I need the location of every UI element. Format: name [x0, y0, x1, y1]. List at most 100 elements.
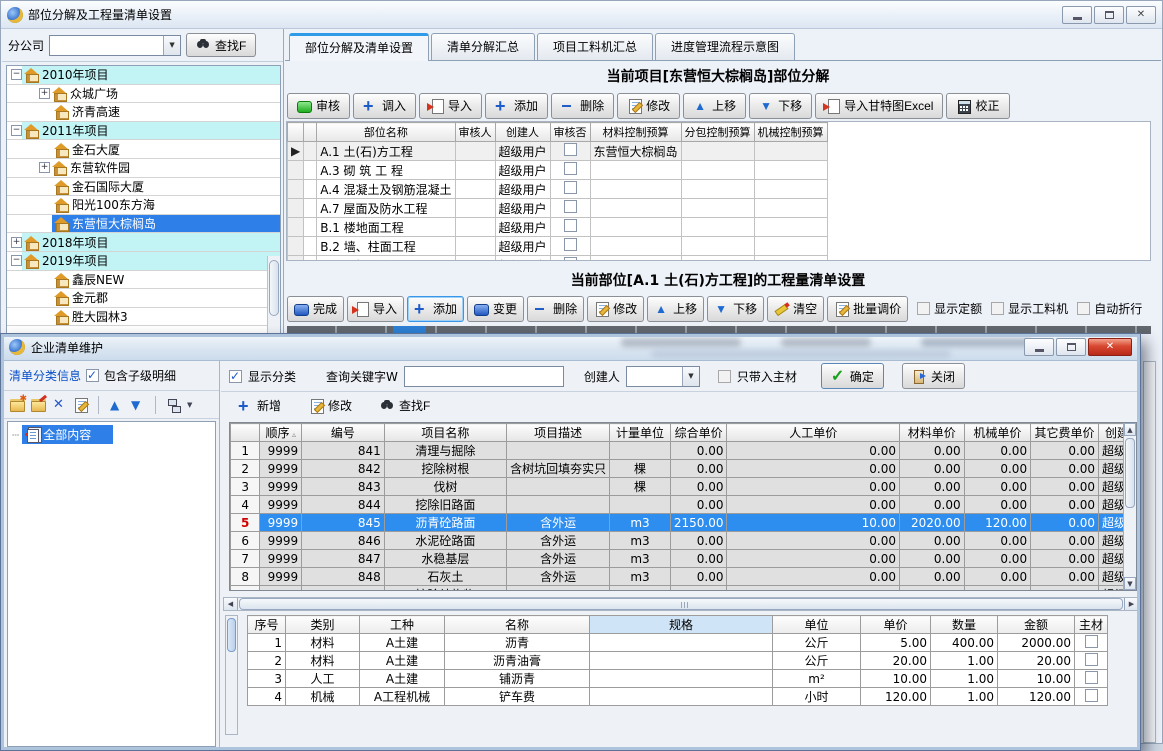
comp-price-cell[interactable]: 0.00 — [670, 496, 727, 514]
minimize-button[interactable] — [1062, 6, 1092, 24]
list-row[interactable]: 59999845沥青砼路面含外运m32150.0010.002020.00120… — [231, 514, 1136, 532]
toolbar-button-minus[interactable]: 删除 — [551, 93, 614, 119]
grid-header-cell[interactable]: 顺序 ▵ — [260, 424, 302, 442]
maximize-button[interactable] — [1094, 6, 1124, 24]
scroll-up-arrow[interactable]: ▲ — [1124, 423, 1136, 436]
toolbar-button-import[interactable]: 导入 — [419, 93, 482, 119]
list-row[interactable]: 69999846水泥砼路面含外运m30.000.000.000.000.00超级… — [231, 532, 1136, 550]
audited-cell[interactable] — [550, 256, 590, 262]
list-grid-hscrollbar[interactable]: ◀ ▶ — [223, 597, 1137, 611]
main-material-cell[interactable] — [1075, 688, 1108, 706]
labor-price-cell[interactable]: 0.00 — [727, 478, 900, 496]
option-checkbox[interactable] — [991, 302, 1004, 315]
name-cell[interactable]: 沥青砼路面 — [384, 514, 506, 532]
audited-cell[interactable] — [550, 237, 590, 256]
layout-dropdown-arrow[interactable]: ▼ — [187, 401, 192, 409]
spec-cell[interactable] — [590, 670, 773, 688]
tab-2[interactable]: 清单分解汇总 — [431, 33, 535, 60]
name-cell[interactable]: 铺沥青 — [445, 670, 590, 688]
dialog-toolbar-binoc[interactable]: 查找F — [373, 395, 437, 416]
grid-header-cell[interactable]: 项目名称 — [384, 424, 506, 442]
list-grid-vscrollbar[interactable]: ▲ ▼ — [1123, 423, 1136, 590]
order-cell[interactable]: 9999 — [260, 568, 302, 586]
creator-dropdown[interactable]: ▼ — [626, 366, 700, 387]
subcontract-budget-cell[interactable] — [681, 142, 754, 161]
spec-cell[interactable] — [590, 634, 773, 652]
unit-cell[interactable]: 棵 — [610, 460, 671, 478]
main-material-cell[interactable] — [1075, 652, 1108, 670]
grid-header-cell[interactable]: 审核否 — [550, 123, 590, 142]
grid-header-cell[interactable]: 人工单价 — [727, 424, 900, 442]
detail-header-cell[interactable]: 规格 — [590, 616, 773, 634]
unit-cell[interactable]: 公斤 — [773, 652, 861, 670]
name-cell[interactable]: 挖除结构物 — [384, 586, 506, 592]
machine-price-cell[interactable]: 0.00 — [964, 478, 1030, 496]
other-price-cell[interactable]: 0.00 — [1031, 550, 1099, 568]
creator-cell[interactable]: 超级用户 — [495, 237, 550, 256]
name-cell[interactable]: 铲车费 — [445, 688, 590, 706]
machine-budget-cell[interactable] — [754, 218, 827, 237]
name-cell[interactable]: 水泥砼路面 — [384, 532, 506, 550]
creator-cell[interactable]: 超级用户 — [495, 161, 550, 180]
price-cell[interactable]: 20.00 — [861, 652, 931, 670]
auditor-cell[interactable] — [455, 218, 495, 237]
tree-scrollbar-thumb[interactable] — [269, 260, 279, 316]
order-cell[interactable]: 9999 — [260, 532, 302, 550]
auditor-cell[interactable] — [455, 142, 495, 161]
machine-price-cell[interactable]: 0.00 — [964, 550, 1030, 568]
toolbar-button-edit[interactable]: 修改 — [617, 93, 680, 119]
grid-header-cell[interactable]: 机械单价 — [964, 424, 1030, 442]
material-budget-cell[interactable]: 东营恒大棕榈岛 — [590, 142, 681, 161]
audited-checkbox[interactable] — [564, 200, 577, 213]
show-category-checkbox[interactable] — [229, 370, 242, 383]
delete-icon[interactable] — [52, 398, 67, 412]
creator-cell[interactable]: 超级用户 — [495, 218, 550, 237]
detail-header-cell[interactable]: 金额 — [998, 616, 1075, 634]
trade-cell[interactable]: A工程机械 — [360, 688, 445, 706]
creator-cell[interactable]: 超级用户 — [495, 180, 550, 199]
comp-price-cell[interactable]: 0.00 — [670, 478, 727, 496]
unit-cell[interactable]: 公斤 — [773, 634, 861, 652]
tree-item[interactable]: −2011年项目 — [7, 122, 280, 141]
unit-cell[interactable]: m3 — [610, 568, 671, 586]
parts-row[interactable]: A.7 屋面及防水工程超级用户 — [288, 199, 828, 218]
tree-item-all[interactable]: ┄ 全部内容 — [8, 425, 215, 444]
audited-checkbox[interactable] — [564, 162, 577, 175]
toolbar-button-down[interactable]: 下移 — [707, 296, 764, 322]
price-cell[interactable]: 120.00 — [861, 688, 931, 706]
other-price-cell[interactable]: 0.00 — [1031, 442, 1099, 460]
grid-header-cell[interactable]: 其它费单价 — [1031, 424, 1099, 442]
part-name-cell[interactable]: A.4 混凝土及钢筋混凝土 — [317, 180, 455, 199]
parts-row[interactable]: A.3 砌 筑 工 程超级用户 — [288, 161, 828, 180]
machine-price-cell[interactable]: 0.00 — [964, 586, 1030, 592]
comp-price-cell[interactable]: 0.00 — [670, 586, 727, 592]
list-grid-vscrollbar-thumb[interactable] — [1125, 438, 1135, 508]
amount-cell[interactable]: 2000.00 — [998, 634, 1075, 652]
unit-cell[interactable]: m3 — [610, 532, 671, 550]
toolbar-button-calc[interactable]: 校正 — [946, 93, 1009, 119]
material-budget-cell[interactable] — [590, 218, 681, 237]
trade-cell[interactable]: A土建 — [360, 670, 445, 688]
comp-price-cell[interactable]: 0.00 — [670, 442, 727, 460]
creator-cell[interactable]: 超级用户 — [495, 256, 550, 262]
detail-header-cell[interactable]: 单位 — [773, 616, 861, 634]
desc-cell[interactable]: 含树坑回填夯实只 — [507, 460, 610, 478]
subcontract-budget-cell[interactable] — [681, 237, 754, 256]
dialog-minimize-button[interactable] — [1024, 338, 1054, 356]
creator-cell[interactable]: 超级用户 — [495, 199, 550, 218]
order-cell[interactable]: 9999 — [260, 550, 302, 568]
amount-cell[interactable]: 120.00 — [998, 688, 1075, 706]
order-cell[interactable]: 9999 — [260, 586, 302, 592]
unit-cell[interactable]: m3 — [610, 514, 671, 532]
grid-header-cell[interactable]: 编号 — [302, 424, 385, 442]
main-titlebar[interactable]: 部位分解及工程量清单设置 ✕ — [1, 1, 1162, 29]
parts-row[interactable]: B.2 墙、柱面工程超级用户 — [288, 237, 828, 256]
grid-header-cell[interactable]: 部位名称 — [317, 123, 455, 142]
list-row[interactable]: 19999841清理与掘除0.000.000.000.000.00超级. — [231, 442, 1136, 460]
order-cell[interactable]: 9999 — [260, 496, 302, 514]
edit-folder-icon[interactable] — [31, 398, 46, 412]
name-cell[interactable]: 石灰土 — [384, 568, 506, 586]
labor-price-cell[interactable]: 0.00 — [727, 442, 900, 460]
tree-item[interactable]: −2010年项目 — [7, 66, 280, 85]
other-price-cell[interactable]: 0.00 — [1031, 496, 1099, 514]
